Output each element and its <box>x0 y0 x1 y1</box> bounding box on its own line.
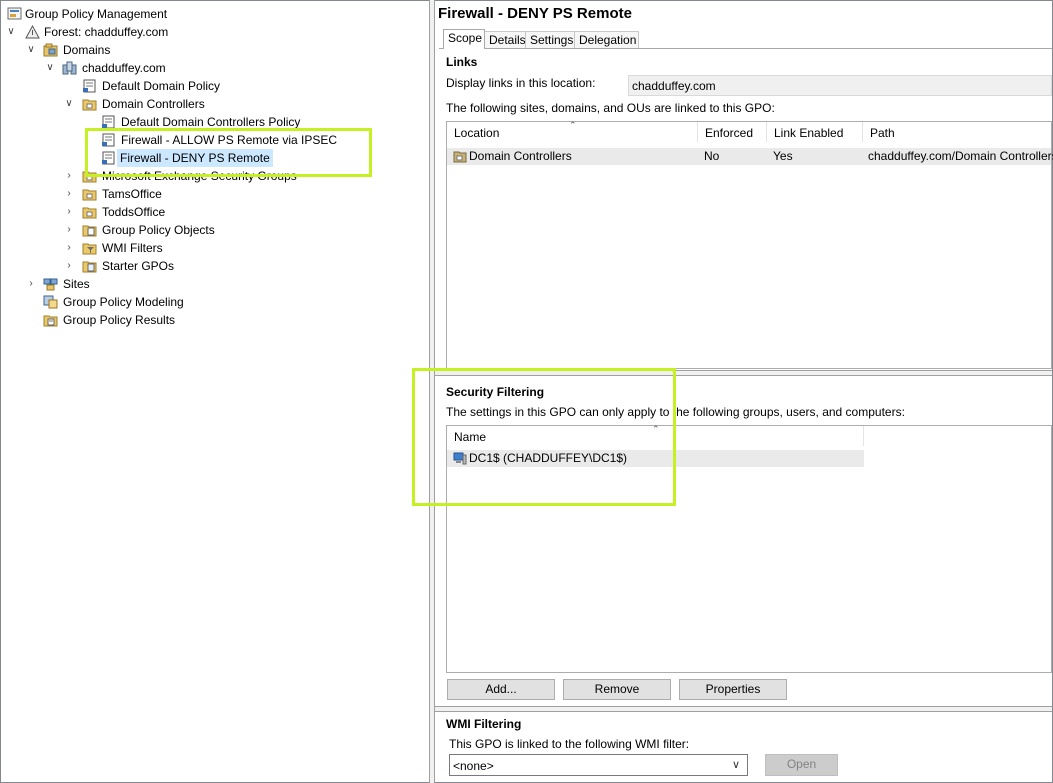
tree-label: Forest: chadduffey.com <box>44 25 169 39</box>
console-tree[interactable]: Group Policy Management ∨ Forest: chaddu… <box>1 1 429 781</box>
tree-label: Group Policy Results <box>63 313 176 327</box>
wmi-filter-select[interactable]: <none> ∨ <box>449 754 748 776</box>
chevron-right-icon[interactable]: › <box>63 221 75 239</box>
computer-icon <box>453 452 467 470</box>
tree-label: Group Policy Modeling <box>63 295 184 309</box>
tree-label: Starter GPOs <box>102 259 175 273</box>
tab-scope[interactable]: Scope <box>443 29 485 49</box>
security-filtering-listview[interactable]: Name ⌃ DC1$ (CHADDUFFEY\DC1$) <box>446 424 1052 673</box>
cell-name: DC1$ (CHADDUFFEY\DC1$) <box>469 451 628 465</box>
ou-folder-icon <box>453 150 467 168</box>
gpo-title: Firewall - DENY PS Remote <box>438 5 632 22</box>
links-description: The following sites, domains, and OUs ar… <box>446 101 775 115</box>
links-listview[interactable]: Location ⌃ Enforced Link Enabled Path Do… <box>446 120 1053 369</box>
open-button[interactable]: Open <box>765 754 838 776</box>
table-row[interactable]: Domain Controllers No Yes chadduffey.com… <box>447 148 1053 168</box>
tree-label: Sites <box>63 277 90 291</box>
tree-label: Domains <box>63 43 111 57</box>
tab-details[interactable]: Details <box>484 31 526 48</box>
domains-icon <box>43 43 58 57</box>
tree-label: Default Domain Policy <box>102 79 221 93</box>
chevron-down-icon: ∨ <box>732 759 741 771</box>
gpo-container-icon <box>82 223 97 237</box>
detail-pane: Firewall - DENY PS Remote Scope Details … <box>412 1 1053 782</box>
chevron-right-icon[interactable]: › <box>63 185 75 203</box>
table-row[interactable]: DC1$ (CHADDUFFEY\DC1$) <box>447 450 864 467</box>
wmi-filtering-heading: WMI Filtering <box>446 717 522 731</box>
add-button[interactable]: Add... <box>447 679 555 700</box>
gp-modeling-icon <box>43 295 58 309</box>
chevron-down-icon[interactable]: ∨ <box>5 23 17 41</box>
section-splitter[interactable] <box>435 706 1052 712</box>
tab-delegation[interactable]: Delegation <box>574 31 639 48</box>
tree-label: chadduffey.com <box>82 61 166 75</box>
chevron-right-icon[interactable]: › <box>63 257 75 275</box>
tab-settings[interactable]: Settings <box>525 31 575 48</box>
tree-label: Group Policy Management <box>25 7 168 21</box>
tree-label: Group Policy Objects <box>102 223 215 237</box>
tree-label: ToddsOffice <box>102 205 166 219</box>
security-filtering-heading: Security Filtering <box>446 385 545 399</box>
chevron-right-icon[interactable]: › <box>63 203 75 221</box>
cell-enforced: No <box>704 149 720 163</box>
wmi-filtering-description: This GPO is linked to the following WMI … <box>449 737 690 751</box>
gp-results-icon <box>43 313 58 327</box>
tree-label: TamsOffice <box>102 187 162 201</box>
tree-label: WMI Filters <box>102 241 163 255</box>
domain-icon <box>62 61 77 75</box>
wmi-folder-icon <box>82 241 97 255</box>
tree-label: Domain Controllers <box>102 97 205 111</box>
display-links-value: chadduffey.com <box>632 79 716 93</box>
sort-ascending-icon: ⌃ <box>569 120 577 130</box>
cell-location: Domain Controllers <box>469 149 572 163</box>
chevron-right-icon[interactable]: › <box>25 275 37 293</box>
wmi-filter-value: <none> <box>453 759 494 773</box>
gpo-link-icon <box>101 115 116 129</box>
tree-label: Firewall - DENY PS Remote <box>117 149 273 167</box>
chevron-down-icon[interactable]: ∨ <box>25 41 37 59</box>
ou-folder-icon <box>82 187 97 201</box>
starter-gpo-folder-icon <box>82 259 97 273</box>
sites-icon <box>43 277 58 291</box>
ou-folder-icon <box>82 97 97 111</box>
cell-path: chadduffey.com/Domain Controllers <box>868 149 1053 163</box>
security-filtering-description: The settings in this GPO can only apply … <box>446 405 905 419</box>
gpo-link-icon <box>101 151 116 165</box>
ou-folder-icon <box>82 205 97 219</box>
cell-link-enabled: Yes <box>773 149 793 163</box>
chevron-right-icon[interactable]: › <box>63 167 75 185</box>
tree-label: Microsoft Exchange Security Groups <box>102 169 297 183</box>
tree-label: Default Domain Controllers Policy <box>121 115 301 129</box>
column-header-enforced[interactable]: Enforced <box>698 122 767 142</box>
forest-icon <box>25 24 40 39</box>
column-header-link-enabled[interactable]: Link Enabled <box>767 122 863 142</box>
ou-folder-icon <box>82 169 97 183</box>
display-links-dropdown[interactable]: chadduffey.com <box>628 75 1052 96</box>
column-header-path[interactable]: Path <box>863 122 1051 142</box>
chevron-right-icon[interactable]: › <box>63 239 75 257</box>
properties-button[interactable]: Properties <box>679 679 787 700</box>
display-links-label: Display links in this location: <box>446 76 596 90</box>
gpm-console-icon <box>7 7 22 21</box>
gpo-link-icon <box>101 133 116 147</box>
chevron-down-icon[interactable]: ∨ <box>44 59 56 77</box>
tree-label: Firewall - ALLOW PS Remote via IPSEC <box>121 133 338 147</box>
links-heading: Links <box>446 55 478 69</box>
remove-button[interactable]: Remove <box>563 679 671 700</box>
gpo-link-icon <box>82 79 97 93</box>
sort-ascending-icon: ⌃ <box>652 424 660 434</box>
chevron-down-icon[interactable]: ∨ <box>63 95 75 113</box>
section-splitter[interactable] <box>435 370 1052 376</box>
